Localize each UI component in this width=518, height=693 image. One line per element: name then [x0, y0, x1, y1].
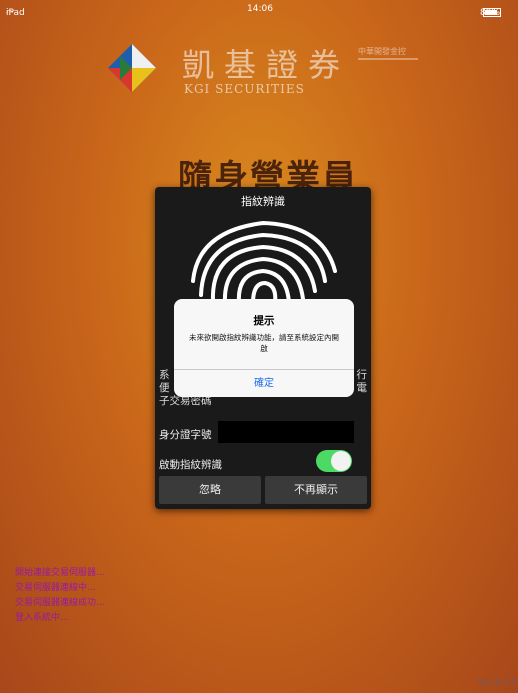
log-line: 交易伺服器連線成功...	[15, 598, 105, 608]
kgi-logo-icon	[108, 44, 156, 92]
alert-ok-button[interactable]: 確定	[174, 370, 354, 397]
id-number-input[interactable]	[218, 421, 354, 443]
fingerprint-icon	[191, 220, 337, 303]
app-screen: iPad ◠ 14:06 89% 凱基證券 KGI SECURITIES 中華開…	[0, 0, 518, 693]
alert-title: 提示	[253, 315, 275, 327]
group-name: 中華開發金控	[358, 47, 406, 56]
skip-button[interactable]: 忽略	[159, 476, 261, 504]
id-number-label: 身分證字號	[159, 429, 212, 441]
alert-dialog: 提示 未來欲開啟指紋辨識功能，請至系統設定內開啟 確定	[174, 299, 354, 397]
wifi-icon: ◠	[6, 8, 13, 17]
battery-icon	[483, 8, 501, 17]
enable-fingerprint-toggle[interactable]	[316, 450, 352, 472]
log-line: 交易伺服器連線中...	[15, 583, 96, 593]
version-label: V1.9.17.	[478, 677, 518, 688]
dont-show-again-button[interactable]: 不再顯示	[265, 476, 367, 504]
log-line: 登入系統中...	[15, 613, 69, 623]
log-line: 開始連接交易伺服器...	[15, 568, 105, 578]
brand-name-cn: 凱基證券	[182, 46, 351, 84]
group-underline	[358, 58, 418, 60]
brand-name-en: KGI SECURITIES	[184, 82, 305, 96]
fingerprint-dialog-title: 指紋辨識	[241, 195, 285, 208]
status-bar: iPad ◠ 14:06 89%	[6, 4, 501, 18]
connection-log: 開始連接交易伺服器... 交易伺服器連線中... 交易伺服器連線成功... 登入…	[15, 566, 105, 626]
clock: 14:06	[247, 4, 273, 14]
alert-message: 未來欲開啟指紋辨識功能，請至系統設定內開啟	[189, 333, 339, 353]
enable-fingerprint-label: 啟動指紋辨識	[159, 459, 222, 471]
toggle-knob	[331, 451, 351, 471]
